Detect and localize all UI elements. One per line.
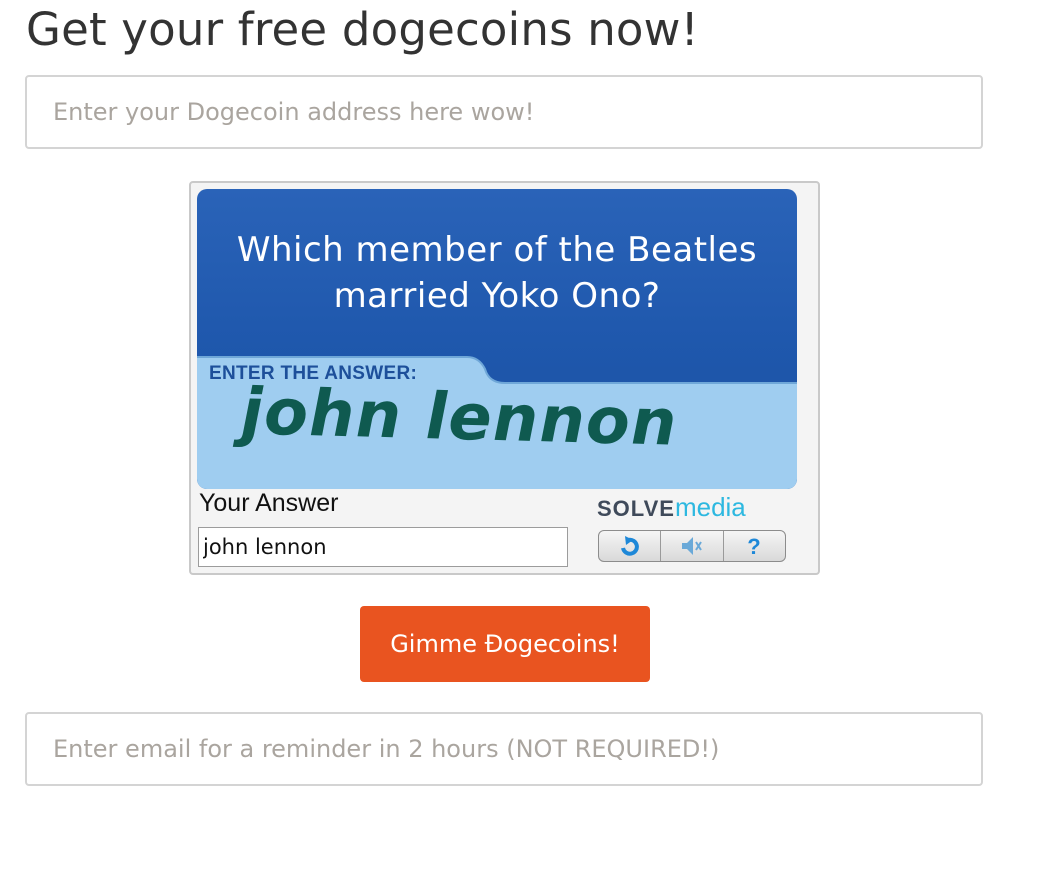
captcha-image: Which member of the Beatles married Yoko…	[197, 189, 797, 489]
email-reminder-input[interactable]	[25, 712, 983, 786]
svg-text:?: ?	[748, 535, 761, 557]
help-button[interactable]: ?	[724, 531, 785, 561]
refresh-icon	[620, 536, 639, 556]
page-title: Get your free dogecoins now!	[26, 3, 699, 56]
refresh-button[interactable]	[599, 531, 662, 561]
audio-button[interactable]	[661, 531, 724, 561]
dogecoin-address-input[interactable]	[25, 75, 983, 149]
audio-icon	[681, 537, 702, 555]
solvemedia-logo: SOLVEmedia	[597, 491, 746, 525]
captcha-answer-image-text: john lennon	[241, 375, 678, 461]
brand-part2: media	[674, 492, 746, 522]
submit-button[interactable]: Gimme Đogecoins!	[360, 606, 650, 682]
help-icon: ?	[748, 535, 761, 557]
captcha-controls: ?	[598, 530, 786, 562]
captcha-widget: Which member of the Beatles married Yoko…	[189, 181, 820, 575]
captcha-answer-input[interactable]	[198, 527, 568, 567]
brand-part1: SOLVE	[597, 496, 675, 521]
your-answer-label: Your Answer	[199, 489, 339, 517]
